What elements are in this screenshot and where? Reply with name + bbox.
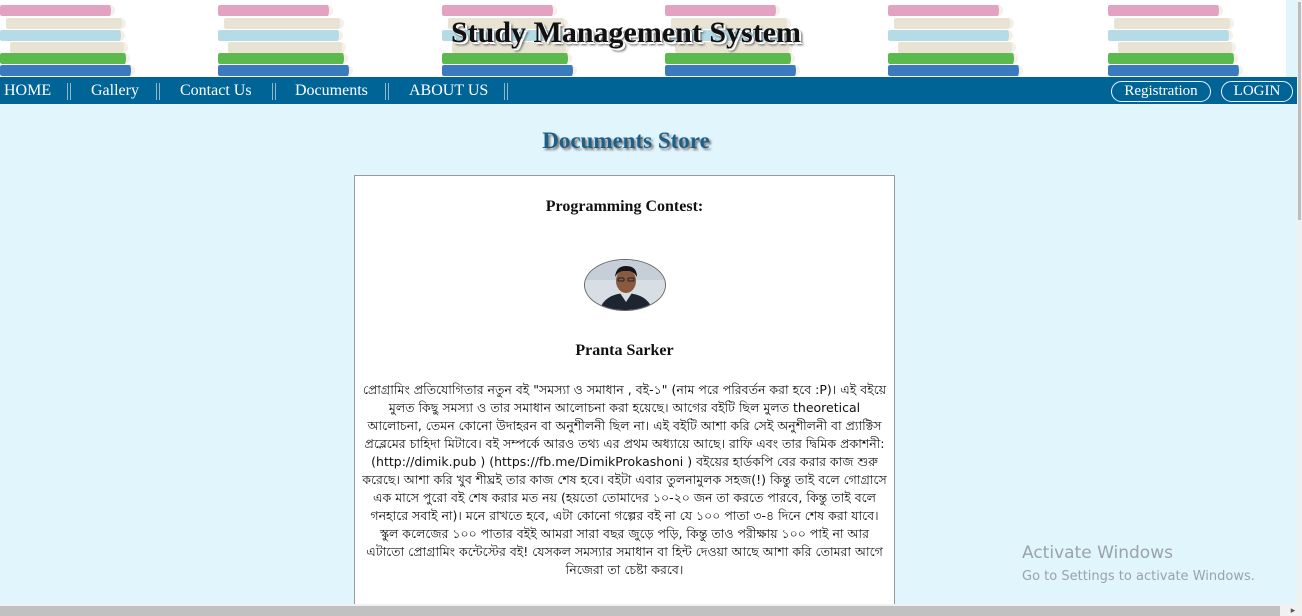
registration-button[interactable]: Registration [1111,81,1211,102]
vertical-scrollbar-thumb[interactable] [1298,2,1301,220]
nav-contact-link[interactable]: Contact Us [180,82,252,100]
document-description: প্রোগ্রামিং প্রতিযোগিতার নতুন বই "সমস্যা… [362,382,887,577]
login-button[interactable]: LOGIN [1221,81,1293,102]
site-title: Study Management System [451,16,801,49]
nav-gallery-link[interactable]: Gallery [91,82,139,100]
nav-home-link[interactable]: HOME [4,82,51,100]
main-nav: HOME Gallery Contact Us Documents ABOUT … [0,77,1297,106]
document-card: Programming Contest: Pranta Sarker প্রোগ… [354,175,895,616]
activation-watermark-subtitle: Go to Settings to activate Windows. [1022,569,1255,584]
page-title: Documents Store [542,128,710,153]
nav-separator [67,83,71,100]
author-avatar [584,259,666,311]
nav-about-link[interactable]: ABOUT US [409,82,488,100]
author-name: Pranta Sarker [575,342,674,359]
nav-documents-link[interactable]: Documents [295,82,368,100]
horizontal-scrollbar-thumb[interactable] [0,606,1280,616]
scroll-right-arrow-icon[interactable]: ▸ [1287,604,1299,616]
nav-separator [504,83,508,100]
nav-separator [272,83,276,100]
header-banner: Study Management System [0,0,1286,77]
nav-separator [156,83,160,100]
activation-watermark-title: Activate Windows [1022,543,1173,563]
nav-separator [385,83,389,100]
document-title: Programming Contest: [545,198,704,215]
